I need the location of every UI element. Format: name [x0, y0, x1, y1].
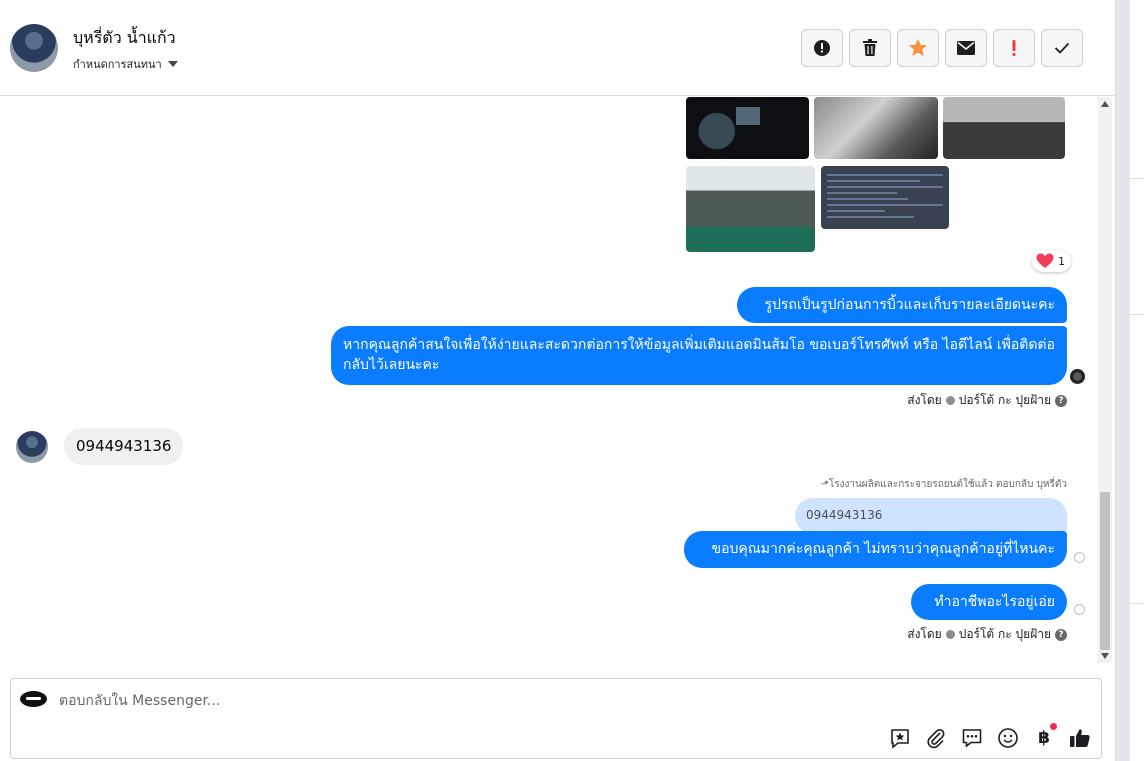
contact-name[interactable]: บุหรี่ตัว น้ำแก้ว [73, 26, 176, 51]
payment-button[interactable]: ฿ [1033, 723, 1057, 749]
sent-by-name: ปอร์โต้ กะ ปุยฝ้าย [958, 393, 1051, 407]
conversation-toolbar [801, 29, 1083, 67]
message-thread[interactable]: 1 รูปรถเป็นรูปก่อนการบิ้วและเก็บรายละเอี… [0, 97, 1098, 663]
exclamation-icon [1012, 40, 1016, 56]
composer-actions: ฿ [889, 723, 1091, 749]
incoming-message-row: 0944943136 [16, 428, 184, 465]
quoted-message[interactable]: 0944943136 [795, 498, 1067, 534]
attach-button[interactable] [925, 727, 947, 749]
thread-scrollbar[interactable] [1098, 97, 1112, 663]
trash-icon [863, 39, 877, 56]
reaction-count: 1 [1058, 254, 1065, 268]
car-engine-photo[interactable] [686, 166, 815, 252]
sent-status-icon [1074, 604, 1085, 615]
message-composer: ฿ [10, 678, 1102, 759]
emoji-button[interactable] [997, 727, 1019, 749]
car-dashboard-photo[interactable] [686, 97, 809, 159]
conversation-header: บุหรี่ตัว น้ำแก้ว กำหนดการสนทนา [0, 0, 1115, 96]
baht-payment-icon: ฿ [1038, 728, 1050, 748]
mark-unread-button[interactable] [945, 29, 987, 67]
outgoing-message[interactable]: ทำอาชีพอะไรอยู่เอ่ย [911, 584, 1067, 620]
star-button[interactable] [897, 29, 939, 67]
assign-conversation-dropdown[interactable]: กำหนดการสนทนา [73, 55, 178, 73]
verified-badge-icon [945, 630, 955, 639]
incoming-message[interactable]: 0944943136 [64, 428, 184, 465]
thumbs-up-icon [1070, 729, 1090, 747]
follow-up-button[interactable] [993, 29, 1035, 67]
envelope-icon [957, 41, 975, 55]
mark-spam-button[interactable] [801, 29, 843, 67]
quick-reply-button[interactable] [889, 727, 911, 749]
alert-circle-icon [814, 40, 830, 56]
help-icon[interactable]: ? [1055, 394, 1067, 407]
heart-icon [1036, 253, 1054, 268]
sent-status-icon [1074, 552, 1085, 563]
seen-avatar [1070, 369, 1085, 384]
assign-conversation-label: กำหนดการสนทนา [73, 58, 162, 71]
delete-button[interactable] [849, 29, 891, 67]
reply-input[interactable] [59, 691, 959, 711]
paperclip-icon [927, 729, 945, 749]
scroll-up-arrow-icon[interactable] [1101, 101, 1109, 107]
right-side-panel-edge [1115, 0, 1144, 761]
notification-dot [1050, 723, 1057, 730]
outgoing-message[interactable]: หากคุณลูกค้าสนใจเพื่อให้ง่ายและสะดวกต่อก… [331, 326, 1067, 385]
verified-badge-icon [945, 396, 955, 405]
sent-by-name: ปอร์โต้ กะ ปุยฝ้าย [958, 627, 1051, 641]
mark-done-button[interactable] [1041, 29, 1083, 67]
contact-avatar-small[interactable] [16, 430, 48, 463]
outgoing-message[interactable]: รูปรถเป็นรูปก่อนการบิ้วและเก็บรายละเอียด… [737, 287, 1067, 323]
caret-down-icon [167, 61, 178, 67]
panel-divider [1116, 0, 1130, 761]
emoji-icon [998, 728, 1018, 748]
sent-by-line: ส่งโดย ปอร์โต้ กะ ปุยฝ้าย ? [907, 391, 1067, 410]
conversation-pane: บุหรี่ตัว น้ำแก้ว กำหนดการสนทนา 1 รูปรถเ… [0, 0, 1115, 761]
message-reaction[interactable]: 1 [1032, 250, 1071, 272]
reply-context-note: ⬏โรงงานผลิตและกระจายรถยนต์ใช้แล้ว ตอบกลั… [820, 479, 1067, 490]
saved-replies-icon [962, 729, 982, 748]
car-gearshift-photo[interactable] [814, 97, 938, 159]
scroll-down-arrow-icon[interactable] [1101, 653, 1109, 659]
quick-reply-star-icon [891, 729, 909, 749]
outgoing-message[interactable]: ขอบคุณมากค่ะคุณลูกค้า ไม่ทราบว่าคุณลูกค้… [684, 531, 1067, 568]
reply-arrow-icon: ⬏ [820, 479, 829, 490]
help-icon[interactable]: ? [1055, 628, 1067, 641]
page-logo [20, 691, 47, 707]
scroll-thumb[interactable] [1100, 492, 1110, 650]
sent-by-line: ส่งโดย ปอร์โต้ กะ ปุยฝ้าย ? [907, 625, 1067, 644]
star-icon [909, 39, 927, 56]
car-console-photo[interactable] [943, 97, 1065, 159]
saved-replies-button[interactable] [961, 727, 983, 749]
like-button[interactable] [1069, 727, 1091, 749]
sent-by-label: ส่งโดย [907, 393, 942, 407]
inbox-app: บุหรี่ตัว น้ำแก้ว กำหนดการสนทนา 1 รูปรถเ… [0, 0, 1144, 761]
checkmark-icon [1054, 42, 1070, 54]
contact-avatar[interactable] [10, 24, 58, 72]
sent-by-label: ส่งโดย [907, 627, 942, 641]
car-spec-document-photo[interactable] [821, 166, 949, 229]
